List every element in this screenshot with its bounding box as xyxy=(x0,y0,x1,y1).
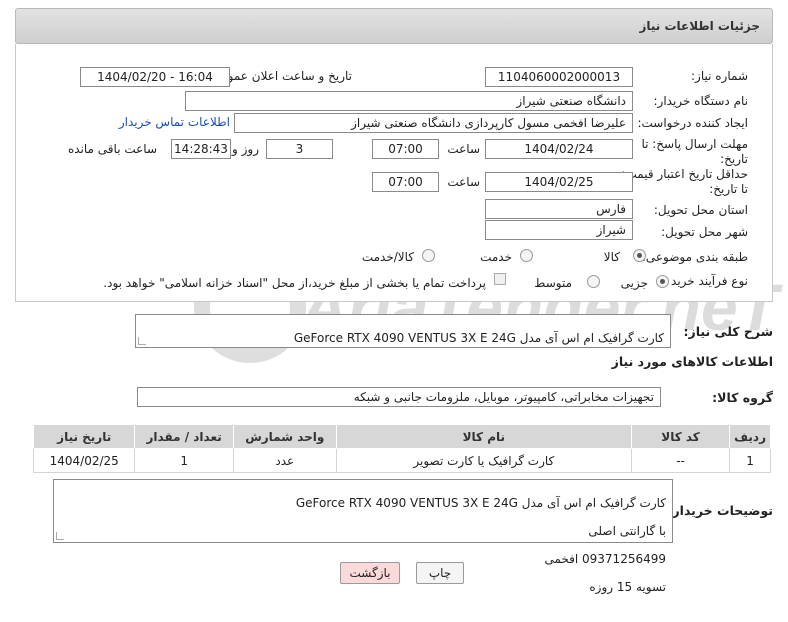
treasury-checkbox[interactable] xyxy=(494,273,506,285)
remaining-label: ساعت باقی مانده xyxy=(67,142,157,156)
need-number-field[interactable]: 1104060002000013 xyxy=(485,67,633,87)
table-row[interactable]: 1 -- کارت گرافیک یا کارت تصویر عدد 1 140… xyxy=(32,448,771,473)
page-title: جزئیات اطلاعات نیاز xyxy=(639,19,760,33)
back-button[interactable]: بازگشت xyxy=(340,562,400,584)
cell-qty: 1 xyxy=(134,448,234,473)
category-radio-goods-service[interactable] xyxy=(422,249,435,262)
goods-group-label: گروه کالا: xyxy=(712,390,773,405)
resize-handle[interactable] xyxy=(138,337,146,345)
cell-code: -- xyxy=(630,448,731,473)
category-radio-service[interactable] xyxy=(520,249,533,262)
buyer-org-field[interactable]: دانشگاه صنعتی شیراز xyxy=(185,91,633,111)
cell-unit: عدد xyxy=(232,448,337,473)
col-code: کد کالا xyxy=(630,424,731,449)
col-qty: تعداد / مقدار xyxy=(134,424,234,449)
buyer-notes-field[interactable]: کارت گرافیک ام اس آی مدل GeForce RTX 409… xyxy=(53,479,673,594)
goods-table-header: ردیف کد کالا نام کالا واحد شمارش تعداد /… xyxy=(32,424,771,449)
page-header: جزئیات اطلاعات نیاز xyxy=(15,8,773,44)
summary-field[interactable]: کارت گرافیک ام اس آی مدل GeForce RTX 409… xyxy=(135,314,671,348)
buyer-notes-line: کارت گرافیک ام اس آی مدل GeForce RTX 409… xyxy=(295,496,666,510)
resize-handle[interactable] xyxy=(56,532,64,540)
buyer-notes-line: با گارانتی اصلی xyxy=(588,524,666,538)
process-label: نوع فرآیند خرید : xyxy=(663,274,748,288)
price-validity-label: حداقل تاریخ اعتبار قیمت: تا تاریخ: xyxy=(621,167,748,196)
col-row: ردیف xyxy=(729,424,771,449)
creator-field[interactable]: علیرضا افخمی مسول کارپردازی دانشگاه صنعت… xyxy=(234,113,633,133)
col-name: نام کالا xyxy=(335,424,632,449)
cell-row: 1 xyxy=(729,448,771,473)
col-date: تاریخ نیاز xyxy=(32,424,136,449)
process-radio-medium[interactable] xyxy=(587,275,600,288)
goods-table: ردیف کد کالا نام کالا واحد شمارش تعداد /… xyxy=(32,424,771,473)
buyer-notes-label: توضیحات خریدار: xyxy=(667,503,773,518)
remaining-time-field[interactable]: 14:28:43 xyxy=(171,139,231,159)
price-time-label: ساعت xyxy=(447,175,480,189)
province-label: استان محل تحویل: xyxy=(653,203,748,217)
summary-text: کارت گرافیک ام اس آی مدل GeForce RTX 409… xyxy=(293,331,664,345)
process-option-minor: جزیی xyxy=(620,276,648,290)
province-field[interactable]: فارس xyxy=(485,199,633,219)
reply-time-label: ساعت xyxy=(447,142,480,156)
payment-note: پرداخت تمام یا بخشی از مبلغ خرید،از محل … xyxy=(103,276,486,290)
goods-group-field[interactable]: تجهیزات مخابراتی، کامپیوتر، موبایل، ملزو… xyxy=(137,387,661,407)
print-button[interactable]: چاپ xyxy=(416,562,464,584)
category-label: طبقه بندی موضوعی: xyxy=(641,250,748,264)
category-option-goods: کالا xyxy=(603,250,620,264)
category-radio-goods[interactable] xyxy=(633,249,646,262)
price-date-field[interactable]: 1404/02/25 xyxy=(485,172,633,192)
days-field[interactable]: 3 xyxy=(266,139,333,159)
price-time-field[interactable]: 07:00 xyxy=(372,172,439,192)
goods-section-title: اطلاعات کالاهای مورد نیاز xyxy=(611,354,773,369)
need-number-label: شماره نیاز: xyxy=(691,69,748,83)
buyer-org-label: نام دستگاه خریدار: xyxy=(653,94,749,108)
cell-date: 1404/02/25 xyxy=(32,448,136,473)
process-radio-minor[interactable] xyxy=(656,275,669,288)
reply-date-field[interactable]: 1404/02/24 xyxy=(485,139,633,159)
creator-label: ایجاد کننده درخواست: xyxy=(637,116,748,130)
city-label: شهر محل تحویل: xyxy=(661,225,748,239)
announce-field[interactable]: 1404/02/20 - 16:04 xyxy=(80,67,230,87)
col-unit: واحد شمارش xyxy=(232,424,337,449)
cell-name: کارت گرافیک یا کارت تصویر xyxy=(335,448,632,473)
reply-time-field[interactable]: 07:00 xyxy=(372,139,439,159)
summary-label: شرح کلی نیاز: xyxy=(683,324,773,339)
category-option-service: خدمت xyxy=(480,250,512,264)
process-option-medium: متوسط xyxy=(534,276,572,290)
days-label: روز و xyxy=(232,142,259,156)
buyer-contact-link[interactable]: اطلاعات تماس خریدار xyxy=(119,115,230,129)
reply-deadline-label: مهلت ارسال پاسخ: تا تاریخ: xyxy=(641,137,748,166)
category-option-goods-service: کالا/خدمت xyxy=(361,250,414,264)
city-field[interactable]: شیراز xyxy=(485,220,633,240)
